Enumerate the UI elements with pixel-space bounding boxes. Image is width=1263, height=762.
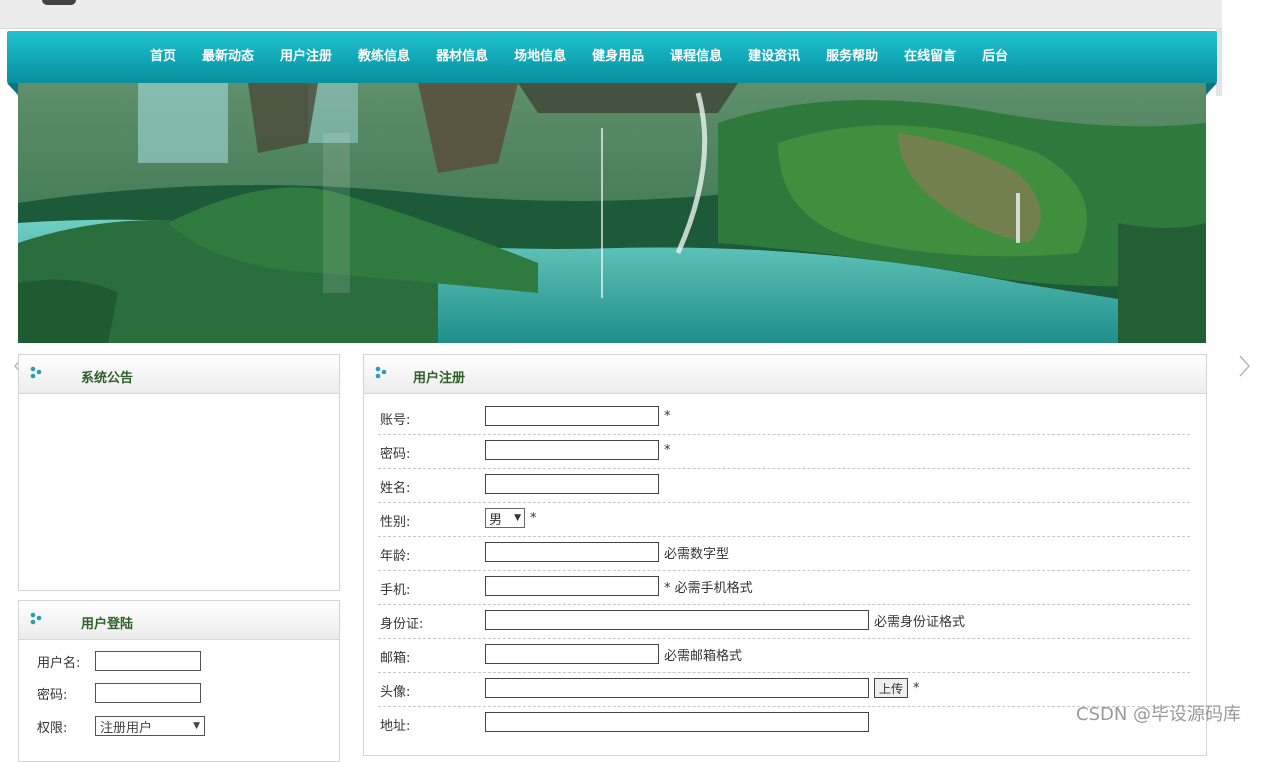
- nav-item-venues[interactable]: 场地信息: [501, 31, 579, 83]
- watermark-text: CSDN @毕设源码库: [1076, 704, 1242, 725]
- nav-item-fitness-goods[interactable]: 健身用品: [579, 31, 657, 83]
- password-row: 密码: *: [378, 434, 1190, 469]
- login-password-row: 密码:: [37, 681, 201, 705]
- role-select[interactable]: 注册用户 ▼: [95, 716, 205, 736]
- chevron-down-icon: ▼: [514, 513, 521, 523]
- password-label: 密码:: [37, 687, 68, 703]
- idcard-row: 身份证: 必需身份证格式: [378, 604, 1190, 639]
- nav-fold-left: [7, 83, 18, 95]
- landscape-illustration: [18, 83, 1206, 343]
- nav-item-courses[interactable]: 课程信息: [657, 31, 735, 83]
- phone-row: 手机: * 必需手机格式: [378, 570, 1190, 605]
- banner-next-arrow[interactable]: [1236, 354, 1252, 378]
- phone-hint: * 必需手机格式: [664, 580, 753, 596]
- nav-item-home[interactable]: 首页: [137, 31, 189, 83]
- account-required-mark: *: [664, 408, 671, 424]
- email-label: 邮箱:: [380, 651, 411, 666]
- nav-item-coaches[interactable]: 教练信息: [345, 31, 423, 83]
- age-label: 年龄:: [380, 549, 411, 564]
- gender-select-value: 男: [489, 512, 503, 528]
- nav-fold-right: [1206, 83, 1217, 95]
- username-input[interactable]: [95, 651, 201, 671]
- role-select-value: 注册用户: [100, 720, 153, 736]
- account-label: 账号:: [380, 413, 411, 428]
- login-role-row: 权限: 注册用户 ▼: [37, 714, 205, 738]
- notice-panel: 系统公告: [18, 354, 340, 591]
- address-label: 地址:: [380, 719, 411, 734]
- age-input[interactable]: [485, 542, 659, 562]
- login-title: 用户登陆: [81, 617, 134, 632]
- role-label: 权限:: [37, 720, 68, 736]
- upload-button[interactable]: 上传: [874, 678, 909, 698]
- idcard-label: 身份证:: [380, 617, 424, 632]
- notice-panel-header: 系统公告: [19, 355, 339, 394]
- nav-item-equipment[interactable]: 器材信息: [423, 31, 501, 83]
- gender-select[interactable]: 男 ▼: [485, 508, 525, 528]
- email-input[interactable]: [485, 644, 659, 664]
- login-panel-header: 用户登陆: [19, 601, 339, 640]
- avatar-required-mark: *: [913, 680, 920, 696]
- email-row: 邮箱: 必需邮箱格式: [378, 638, 1190, 673]
- gender-required-mark: *: [530, 510, 537, 526]
- account-input[interactable]: [485, 406, 659, 426]
- name-input[interactable]: [485, 474, 659, 494]
- gender-label: 性别:: [380, 515, 411, 530]
- banner-image: [18, 83, 1206, 343]
- name-label: 姓名:: [380, 481, 411, 496]
- idcard-hint: 必需身份证格式: [874, 614, 966, 630]
- username-label: 用户名:: [37, 655, 81, 671]
- avatar-input[interactable]: [485, 678, 869, 698]
- nav-item-messages[interactable]: 在线留言: [891, 31, 969, 83]
- phone-input[interactable]: [485, 576, 659, 596]
- age-hint: 必需数字型: [664, 546, 730, 562]
- address-row: 地址:: [378, 706, 1190, 740]
- password-input[interactable]: [95, 683, 201, 703]
- register-panel: 用户注册 账号: * 密码: * 姓名: 性别: 男 ▼ * 年龄: 必需数字型…: [363, 354, 1207, 756]
- address-input[interactable]: [485, 712, 869, 732]
- name-row: 姓名:: [378, 468, 1190, 503]
- phone-label: 手机:: [380, 583, 411, 598]
- dots-icon: [30, 366, 42, 379]
- nav-item-help[interactable]: 服务帮助: [813, 31, 891, 83]
- reg-password-input[interactable]: [485, 440, 659, 460]
- nav-item-admin[interactable]: 后台: [969, 31, 1021, 83]
- nav-item-news[interactable]: 最新动态: [189, 31, 267, 83]
- chevron-down-icon: ▼: [193, 721, 200, 731]
- site-logo: [42, 0, 76, 5]
- age-row: 年龄: 必需数字型: [378, 536, 1190, 571]
- account-row: 账号: *: [378, 400, 1190, 435]
- password-required-mark: *: [664, 442, 671, 458]
- nav-item-register[interactable]: 用户注册: [267, 31, 345, 83]
- nav-item-construction-news[interactable]: 建设资讯: [735, 31, 813, 83]
- idcard-input[interactable]: [485, 610, 869, 630]
- notice-title: 系统公告: [81, 371, 134, 386]
- login-panel: 用户登陆 用户名: 密码: 权限: 注册用户 ▼: [18, 600, 340, 762]
- avatar-row: 头像: 上传 *: [378, 672, 1190, 707]
- gender-row: 性别: 男 ▼ *: [378, 502, 1190, 537]
- register-title: 用户注册: [413, 371, 466, 386]
- dots-icon: [375, 366, 387, 379]
- register-panel-header: 用户注册: [364, 355, 1206, 394]
- top-header-strip: [0, 0, 1222, 29]
- reg-password-label: 密码:: [380, 447, 411, 462]
- email-hint: 必需邮箱格式: [664, 648, 743, 664]
- main-nav: 首页 最新动态 用户注册 教练信息 器材信息 场地信息 健身用品 课程信息 建设…: [7, 31, 1217, 83]
- avatar-label: 头像:: [380, 685, 411, 700]
- login-username-row: 用户名:: [37, 649, 201, 673]
- dots-icon: [30, 612, 42, 625]
